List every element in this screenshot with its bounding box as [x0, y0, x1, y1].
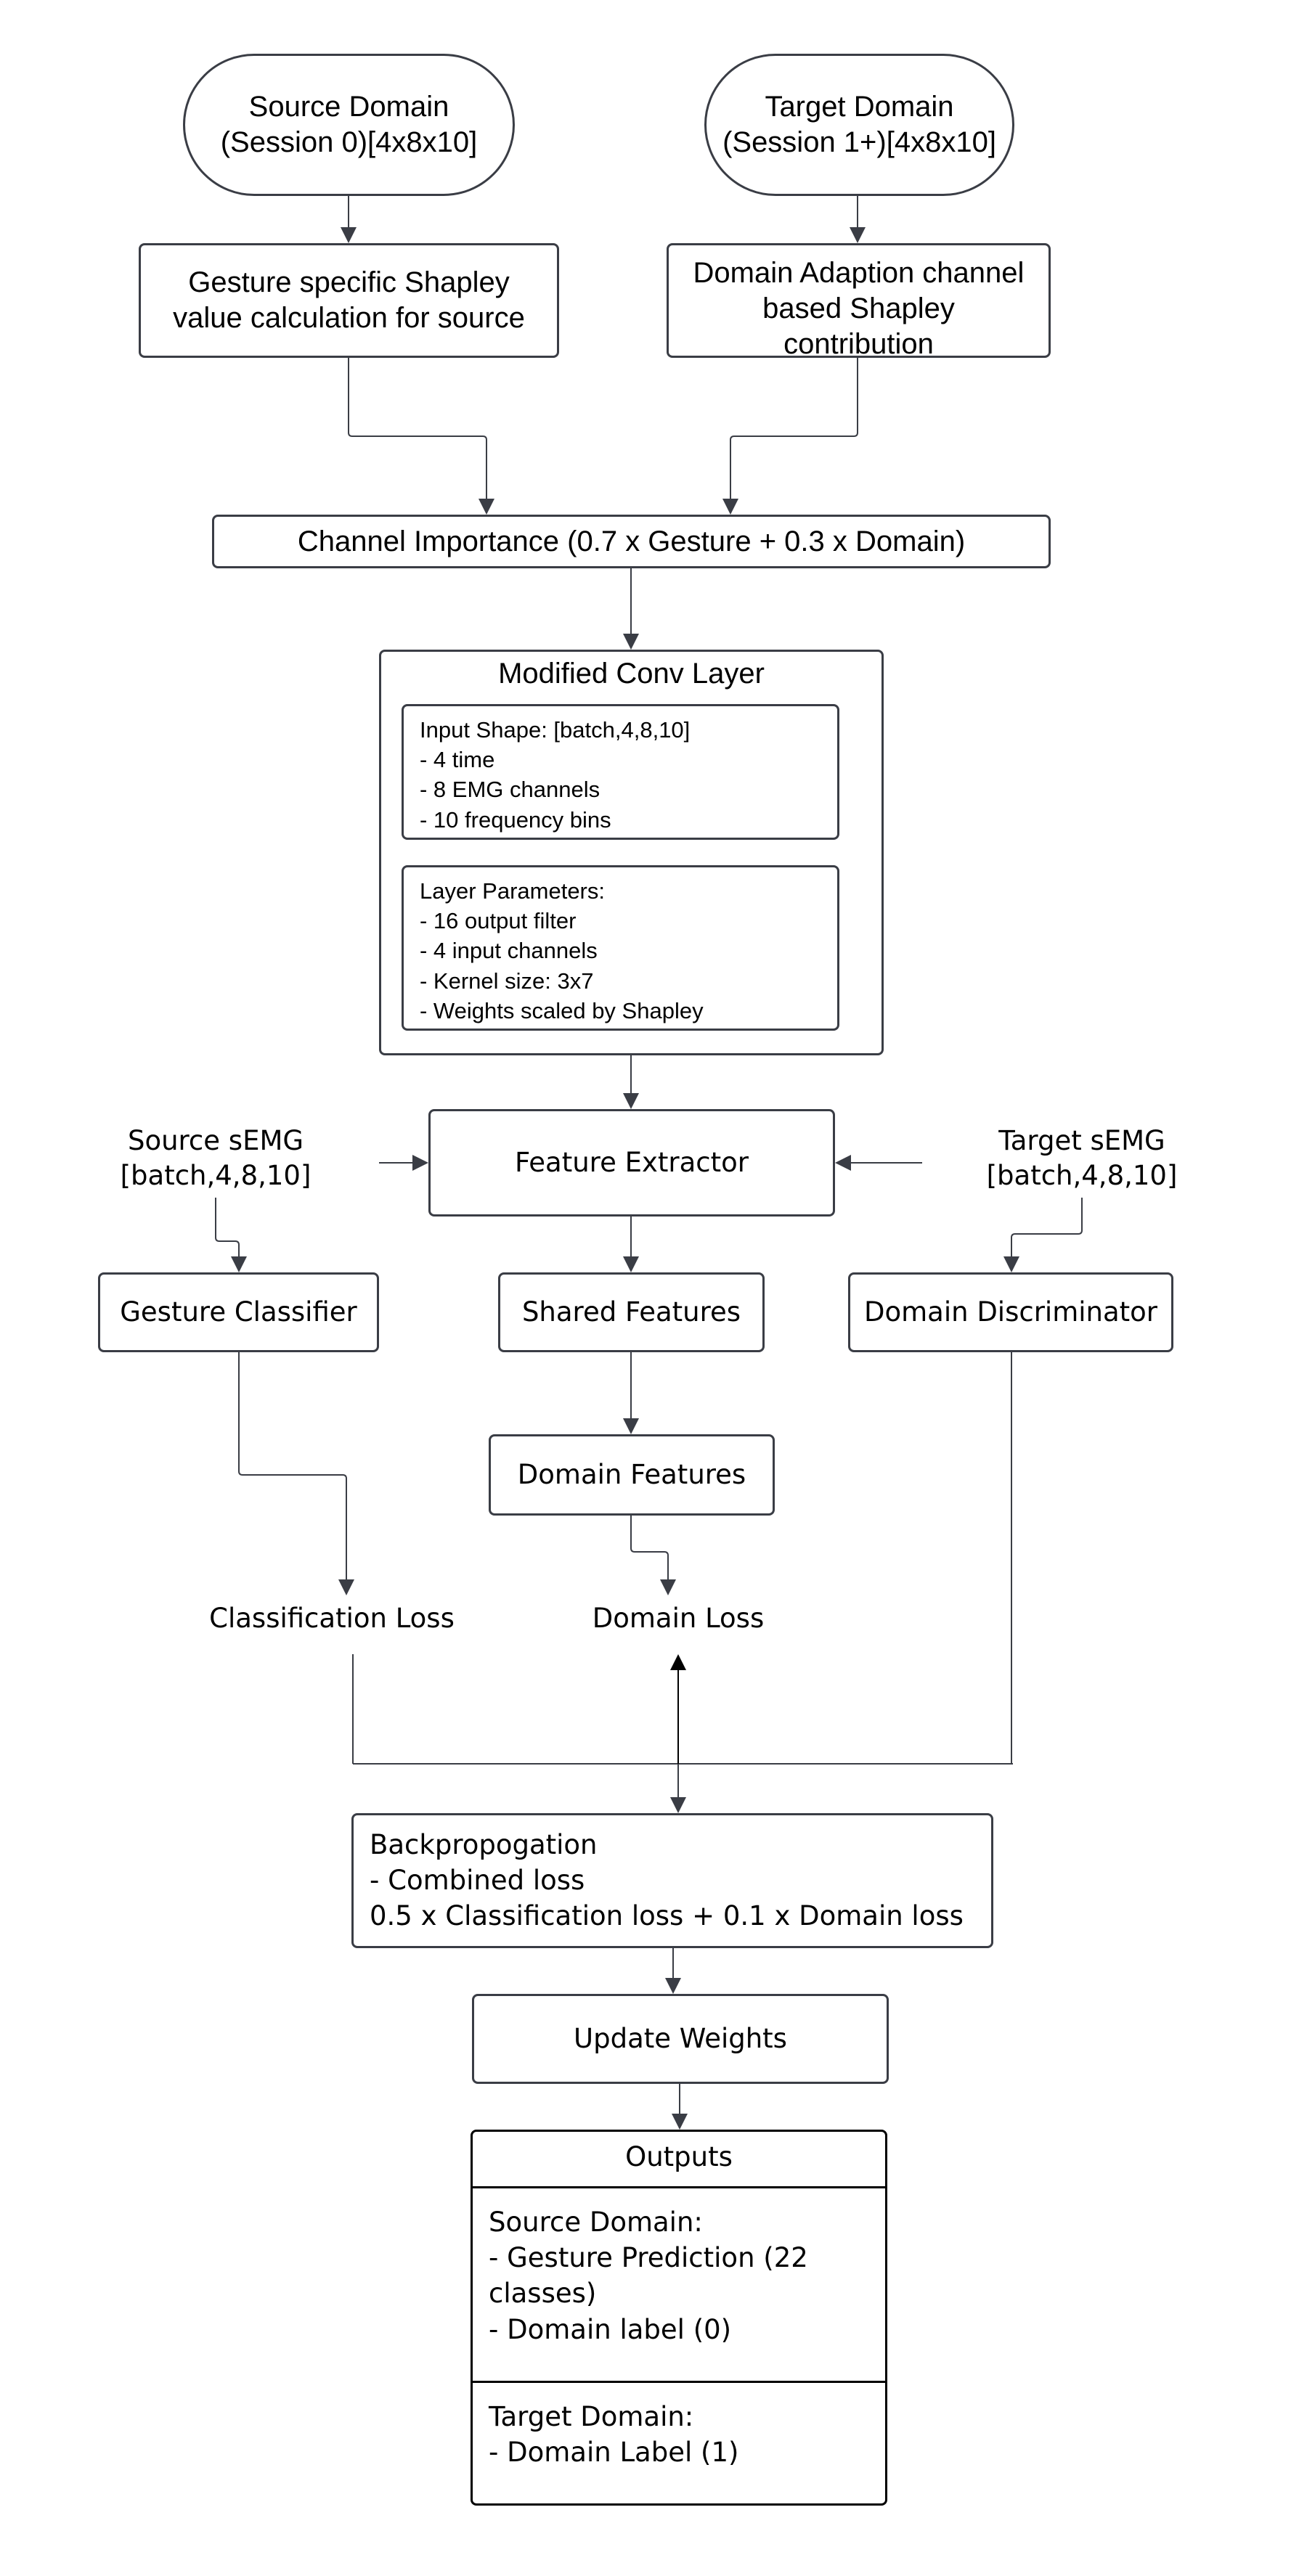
source-domain-line1: Source Domain — [248, 91, 449, 123]
outputs-target-line: - Domain Label (1) — [489, 2437, 739, 2469]
target-domain-line1: Target Domain — [765, 91, 954, 123]
source-semg-label: Source sEMG [batch,4,8,10] — [107, 1124, 325, 1193]
source-domain-node: Source Domain (Session 0)[4x8x10] — [183, 54, 515, 196]
layer-param-line: - 16 output filter — [420, 908, 577, 934]
source-semg-line1: Source sEMG — [127, 1125, 304, 1156]
source-semg-line2: [batch,4,8,10] — [120, 1160, 312, 1192]
edge-domain-shapley-to-importance — [722, 358, 858, 515]
target-semg-line1: Target sEMG — [998, 1125, 1165, 1156]
backpropagation-node: Backpropogation - Combined loss 0.5 x Cl… — [351, 1813, 993, 1948]
gesture-shapley-line2: value calculation for source — [173, 302, 525, 334]
gesture-shapley-line1: Gesture specific Shapley — [188, 266, 510, 299]
domain-shapley-line1: Domain Adaption channel — [693, 257, 1025, 289]
input-shape-line: - 10 frequency bins — [420, 806, 611, 833]
domain-discriminator-node: Domain Discriminator — [848, 1272, 1173, 1352]
layer-param-line: - 4 input channels — [420, 938, 598, 964]
layer-param-line: - Weights scaled by Shapley — [420, 997, 704, 1023]
target-domain-line2: (Session 1+)[4x8x10] — [722, 126, 996, 158]
update-weights-node: Update Weights — [472, 1994, 889, 2084]
modified-conv-layer-node: Modified Conv Layer Input Shape: [batch,… — [379, 650, 884, 1055]
outputs-source-section: Source Domain: - Gesture Prediction (22 … — [473, 2188, 885, 2383]
target-semg-line2: [batch,4,8,10] — [986, 1160, 1178, 1192]
input-shape-line: - 8 EMG channels — [420, 777, 600, 803]
layer-param-line: - Kernel size: 3x7 — [420, 968, 594, 994]
backprop-line2: - Combined loss — [370, 1865, 585, 1897]
target-semg-label: Target sEMG [batch,4,8,10] — [973, 1124, 1191, 1193]
outputs-source-line: - Domain label (0) — [489, 2313, 732, 2345]
edge-classifier-to-classification-loss — [238, 1352, 354, 1595]
target-domain-node: Target Domain (Session 1+)[4x8x10] — [704, 54, 1014, 196]
domain-features-node: Domain Features — [489, 1434, 775, 1516]
edge-source-semg-to-gesture-classifier — [215, 1198, 247, 1272]
backprop-line3: 0.5 x Classification loss + 0.1 x Domain… — [370, 1900, 964, 1932]
backprop-line1: Backpropogation — [370, 1829, 598, 1860]
gesture-classifier-node: Gesture Classifier — [98, 1272, 379, 1352]
outputs-source-line: - Gesture Prediction (22 — [489, 2242, 808, 2274]
domain-loss-label: Domain Loss — [592, 1603, 765, 1634]
source-domain-line2: (Session 0)[4x8x10] — [220, 126, 478, 158]
outputs-source-line: classes) — [489, 2278, 597, 2310]
input-shape-line: - 4 time — [420, 747, 495, 773]
edge-target-semg-to-discriminator — [1003, 1198, 1083, 1272]
outputs-target-section: Target Domain: - Domain Label (1) — [473, 2383, 885, 2477]
outputs-target-line: Target Domain: — [489, 2401, 694, 2432]
domain-shapley-line2: based Shapley — [762, 292, 955, 324]
edge-domain-features-to-domain-loss — [630, 1516, 676, 1595]
classification-loss-label: Classification Loss — [209, 1603, 455, 1634]
outputs-source-line: Source Domain: — [489, 2207, 703, 2238]
input-shape-line: Input Shape: [batch,4,8,10] — [420, 717, 691, 743]
layer-params-box: Layer Parameters: - 16 output filter - 4… — [402, 865, 839, 1031]
outputs-node: Outputs Source Domain: - Gesture Predict… — [471, 2130, 887, 2506]
domain-shapley-node: Domain Adaption channel based Shapley co… — [667, 243, 1051, 358]
channel-importance-node: Channel Importance (0.7 x Gesture + 0.3 … — [212, 515, 1051, 568]
edge-gesture-shapley-to-importance — [348, 358, 494, 515]
conv-layer-title: Modified Conv Layer — [498, 658, 765, 690]
domain-shapley-line3: contribution — [783, 327, 934, 358]
feature-extractor-node: Feature Extractor — [428, 1109, 835, 1217]
layer-param-line: Layer Parameters: — [420, 878, 605, 904]
gesture-shapley-node: Gesture specific Shapley value calculati… — [139, 243, 559, 358]
shared-features-node: Shared Features — [498, 1272, 765, 1352]
input-shape-box: Input Shape: [batch,4,8,10] - 4 time - 8… — [402, 704, 839, 840]
outputs-title: Outputs — [473, 2132, 885, 2188]
